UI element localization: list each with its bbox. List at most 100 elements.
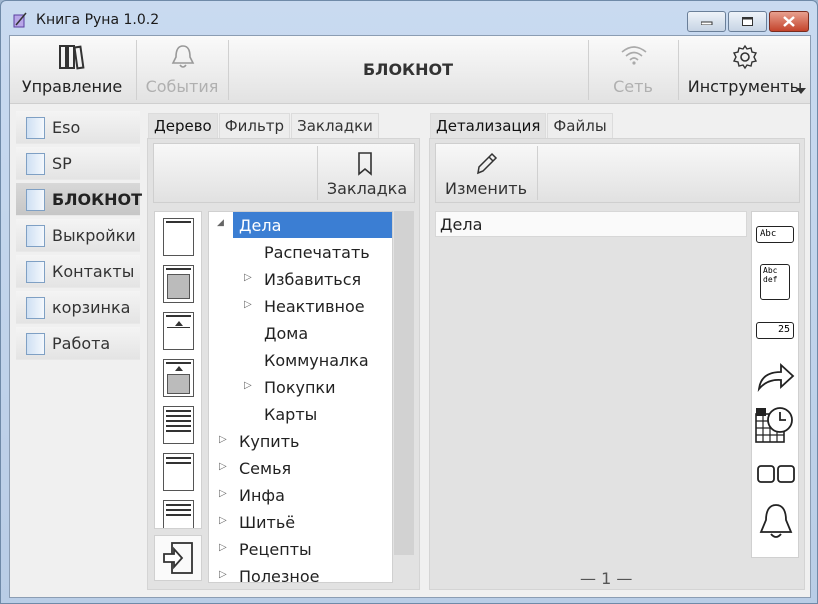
client-area: Управление События БЛОКНОТ Сеть Инструме… [9,35,811,598]
nav-item-basket[interactable]: корзинка [16,291,140,324]
tree-node[interactable]: Покупки [264,374,335,400]
main-toolbar: Управление События БЛОКНОТ Сеть Инструме… [10,36,810,104]
collapsed-triangle-icon[interactable]: ▷ [219,542,227,553]
tree-node[interactable]: Рецепты [239,536,312,562]
tree-node[interactable]: Инфа [239,482,285,508]
detail-toolbar: Изменить [435,143,800,203]
tree-node-label: Неактивное [264,296,365,316]
tree-node[interactable]: Дела [233,212,392,238]
date-time-icon[interactable] [754,406,796,446]
manage-button[interactable]: Управление [10,36,134,102]
tree-node-label: Дома [264,323,309,343]
tab-filter[interactable]: Фильтр [218,113,291,138]
tab-bookmarks[interactable]: Закладки [291,113,379,138]
network-label: Сеть [613,77,653,96]
text-line-field-icon[interactable]: Abc [756,226,794,243]
close-button[interactable] [769,11,809,32]
events-button[interactable]: События [138,36,226,102]
tab-files[interactable]: Файлы [547,113,613,138]
bookmark-button[interactable]: Закладка [319,144,415,202]
field-types-palette: Abc Abc def 25 [751,211,799,558]
tree-toolbar: Закладка [153,143,415,203]
collapsed-triangle-icon[interactable]: ▷ [219,434,227,445]
nav-item-label: Контакты [52,262,135,281]
text-multiline-field-icon[interactable]: Abc def [760,264,790,300]
books-icon [59,45,85,70]
nav-item-label: БЛОКНОТ [52,190,143,209]
tree-node[interactable]: Коммуналка [264,347,369,373]
tree-node[interactable]: Дома [264,320,308,346]
expand-triangle-icon[interactable]: ◢ [217,218,224,228]
tree-node-label: Коммуналка [264,350,369,370]
toolbar-divider [588,40,589,100]
tree-node[interactable]: Семья [239,455,291,481]
wifi-icon [621,46,647,65]
layout-image-icon[interactable] [163,265,194,303]
edit-button[interactable]: Изменить [436,144,536,202]
tree-node-label: Дела [239,215,282,235]
tree-node-label: Распечатать [264,242,370,262]
link-arrow-icon[interactable] [757,362,795,392]
network-button[interactable]: Сеть [590,36,676,102]
tree-node[interactable]: Полезное [239,563,320,583]
collapsed-triangle-icon[interactable]: ▷ [219,461,227,472]
tree-node-label: Купить [239,431,300,451]
tools-button[interactable]: Инструменты [680,36,810,102]
title-bar[interactable]: Книга Руна 1.0.2 [1,1,817,35]
minimize-button[interactable] [687,11,726,32]
detail-title-field[interactable]: Дела [435,211,747,237]
collapsed-triangle-icon[interactable]: ▷ [219,488,227,499]
layout-text-icon[interactable] [163,406,194,444]
notebook-icon [26,117,45,139]
collapsed-triangle-icon[interactable]: ▷ [244,272,252,283]
collapsed-triangle-icon[interactable]: ▷ [219,569,227,580]
layout-blank-icon[interactable] [163,218,194,256]
tree-node-label: Покупки [264,377,336,397]
detail-panel: Изменить Дела Abc Abc def 25 — 1 — [429,138,805,590]
toolbar-divider [537,146,538,200]
close-icon [783,16,795,27]
tree-node-label: Семья [239,458,292,478]
number-field-icon[interactable]: 25 [756,322,794,339]
toolbar-divider [678,40,679,100]
nav-item-notebook[interactable]: БЛОКНОТ [16,183,143,216]
export-button[interactable] [154,535,202,581]
layout-header-text-icon[interactable] [163,453,194,491]
layout-table-icon[interactable] [163,500,194,528]
nav-item-contacts[interactable]: Контакты [16,255,140,288]
tools-label: Инструменты [687,77,803,96]
nav-item-patterns[interactable]: Выкройки [16,219,140,252]
notebook-icon [26,189,45,211]
tab-tree[interactable]: Дерево [148,113,218,138]
maximize-button[interactable] [728,11,767,32]
tab-details[interactable]: Детализация [430,113,547,138]
nav-item-eso[interactable]: Eso [16,111,140,144]
layout-title-icon[interactable] [163,312,194,350]
collapsed-triangle-icon[interactable]: ▷ [219,515,227,526]
tree-node[interactable]: Распечатать [264,239,370,265]
tree-node[interactable]: Карты [264,401,317,427]
notebook-icon [26,225,45,247]
layout-title-image-icon[interactable] [163,359,194,397]
nav-item-sp[interactable]: SP [16,147,140,180]
detail-title-value: Дела [440,214,483,234]
tree-node-label: Шитьё [239,512,296,532]
tree-node[interactable]: Купить [239,428,299,454]
bell-icon [171,45,195,68]
bookmark-icon [358,152,372,176]
minimize-icon [700,21,712,25]
events-label: События [145,77,219,96]
window-title: Книга Руна 1.0.2 [36,12,160,28]
collapsed-triangle-icon[interactable]: ▷ [244,299,252,310]
columns-icon[interactable] [757,465,795,483]
detail-tabs: Детализация Файлы [430,113,614,138]
nav-item-work[interactable]: Работа [16,327,140,360]
notebook-icon [26,333,45,355]
tree-node[interactable]: Избавиться [264,266,361,292]
tree-scrollbar[interactable] [394,211,414,555]
collapsed-triangle-icon[interactable]: ▷ [244,380,252,391]
tree-node-label: Инфа [239,485,285,505]
bell-icon[interactable] [757,502,795,542]
tree-node[interactable]: Неактивное [264,293,365,319]
tree-node[interactable]: Шитьё [239,509,295,535]
